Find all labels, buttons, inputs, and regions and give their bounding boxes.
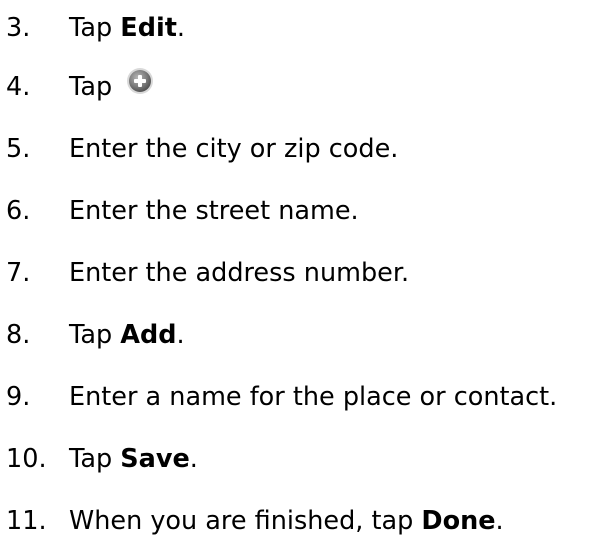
save-label: Save [120, 444, 190, 474]
step-text: Tap [69, 68, 154, 102]
step-10: 10. Tap Save. [6, 428, 606, 490]
step-text-tail: . [176, 13, 185, 43]
step-number: 7. [6, 258, 31, 288]
step-number: 3. [6, 13, 31, 43]
step-text: Tap Add. [69, 320, 185, 350]
step-text-lead: Tap [69, 13, 121, 43]
step-text-lead: When you are finished, tap [69, 506, 422, 536]
step-number: 9. [6, 382, 31, 412]
add-label: Add [120, 320, 177, 350]
step-text: Tap Save. [69, 444, 198, 474]
step-3: 3. Tap Edit. [6, 0, 606, 56]
done-label: Done [421, 506, 496, 536]
step-number: 6. [6, 196, 31, 226]
step-text: Enter the address number. [69, 258, 410, 288]
step-11: 11. When you are finished, tap Done. [6, 490, 606, 552]
step-text: Enter a name for the place or contact. [69, 382, 558, 412]
step-9: 9. Enter a name for the place or contact… [6, 366, 606, 428]
step-text-lead: Tap [69, 72, 113, 102]
instruction-list: 3. Tap Edit. 4. Tap 5. Enter the city or… [6, 0, 606, 552]
step-text: Enter the street name. [69, 196, 359, 226]
edit-label: Edit [120, 13, 177, 43]
plus-circle-icon [126, 67, 154, 95]
step-text-tail: . [189, 444, 198, 474]
step-text: When you are finished, tap Done. [69, 506, 504, 536]
step-number: 4. [6, 72, 31, 102]
step-text: Tap Edit. [69, 13, 185, 43]
step-text-lead: Tap [69, 320, 121, 350]
step-text-tail: . [176, 320, 185, 350]
step-8: 8. Tap Add. [6, 304, 606, 366]
step-5: 5. Enter the city or zip code. [6, 118, 606, 180]
step-text-lead: Tap [69, 444, 121, 474]
step-number: 8. [6, 320, 31, 350]
step-text: Enter the city or zip code. [69, 134, 399, 164]
step-6: 6. Enter the street name. [6, 180, 606, 242]
step-number: 10. [6, 444, 47, 474]
step-text-tail: . [495, 506, 504, 536]
step-number: 11. [6, 506, 47, 536]
step-4: 4. Tap [6, 56, 606, 118]
step-7: 7. Enter the address number. [6, 242, 606, 304]
step-number: 5. [6, 134, 31, 164]
